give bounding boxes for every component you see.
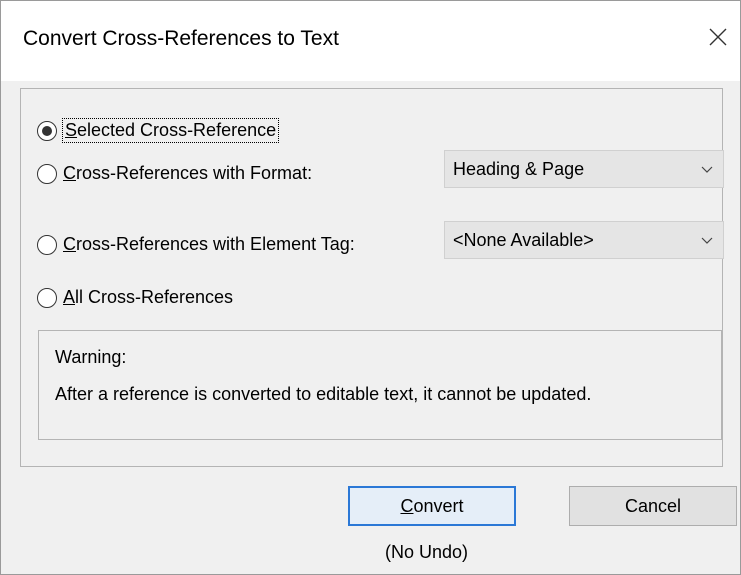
convert-button-label: Convert bbox=[400, 495, 464, 516]
format-dropdown[interactable]: Heading & Page bbox=[444, 150, 724, 188]
format-dropdown-value: Heading & Page bbox=[453, 159, 585, 179]
close-button[interactable] bbox=[696, 15, 740, 59]
warning-text: After a reference is converted to editab… bbox=[55, 384, 592, 404]
title-bar: Convert Cross-References to Text bbox=[1, 1, 740, 81]
radio-checked-dot bbox=[42, 125, 52, 136]
convert-button[interactable]: Convert bbox=[348, 486, 516, 526]
option-selected-xref[interactable]: Selected Cross-Reference bbox=[37, 118, 280, 143]
warning-box: Warning: After a reference is converted … bbox=[38, 330, 722, 440]
radio-selected-xref[interactable] bbox=[37, 120, 57, 141]
no-undo-note: (No Undo) bbox=[385, 542, 469, 562]
radio-xrefs-with-element-tag[interactable] bbox=[37, 234, 57, 255]
radio-all-xrefs[interactable] bbox=[37, 287, 57, 308]
option-xrefs-with-format[interactable]: Cross-References with Format: bbox=[37, 163, 312, 184]
radio-xrefs-with-format[interactable] bbox=[37, 163, 57, 184]
element-tag-dropdown-value: <None Available> bbox=[453, 230, 594, 250]
cancel-button[interactable]: Cancel bbox=[569, 486, 737, 526]
convert-xrefs-dialog: Convert Cross-References to Text Selecte… bbox=[0, 0, 741, 575]
close-icon bbox=[709, 28, 727, 46]
chevron-down-icon bbox=[701, 166, 713, 173]
option-all-xrefs[interactable]: All Cross-References bbox=[37, 287, 233, 308]
element-tag-dropdown[interactable]: <None Available> bbox=[444, 221, 724, 259]
option-all-xrefs-label: All Cross-References bbox=[63, 287, 234, 307]
option-xrefs-with-element-tag[interactable]: Cross-References with Element Tag: bbox=[37, 234, 355, 255]
chevron-down-icon bbox=[701, 237, 713, 244]
warning-title: Warning: bbox=[55, 347, 127, 367]
dialog-title: Convert Cross-References to Text bbox=[23, 27, 339, 50]
option-selected-xref-label: Selected Cross-Reference bbox=[62, 118, 280, 143]
option-xrefs-with-element-tag-label: Cross-References with Element Tag: bbox=[63, 234, 355, 254]
option-xrefs-with-format-label: Cross-References with Format: bbox=[63, 163, 313, 183]
